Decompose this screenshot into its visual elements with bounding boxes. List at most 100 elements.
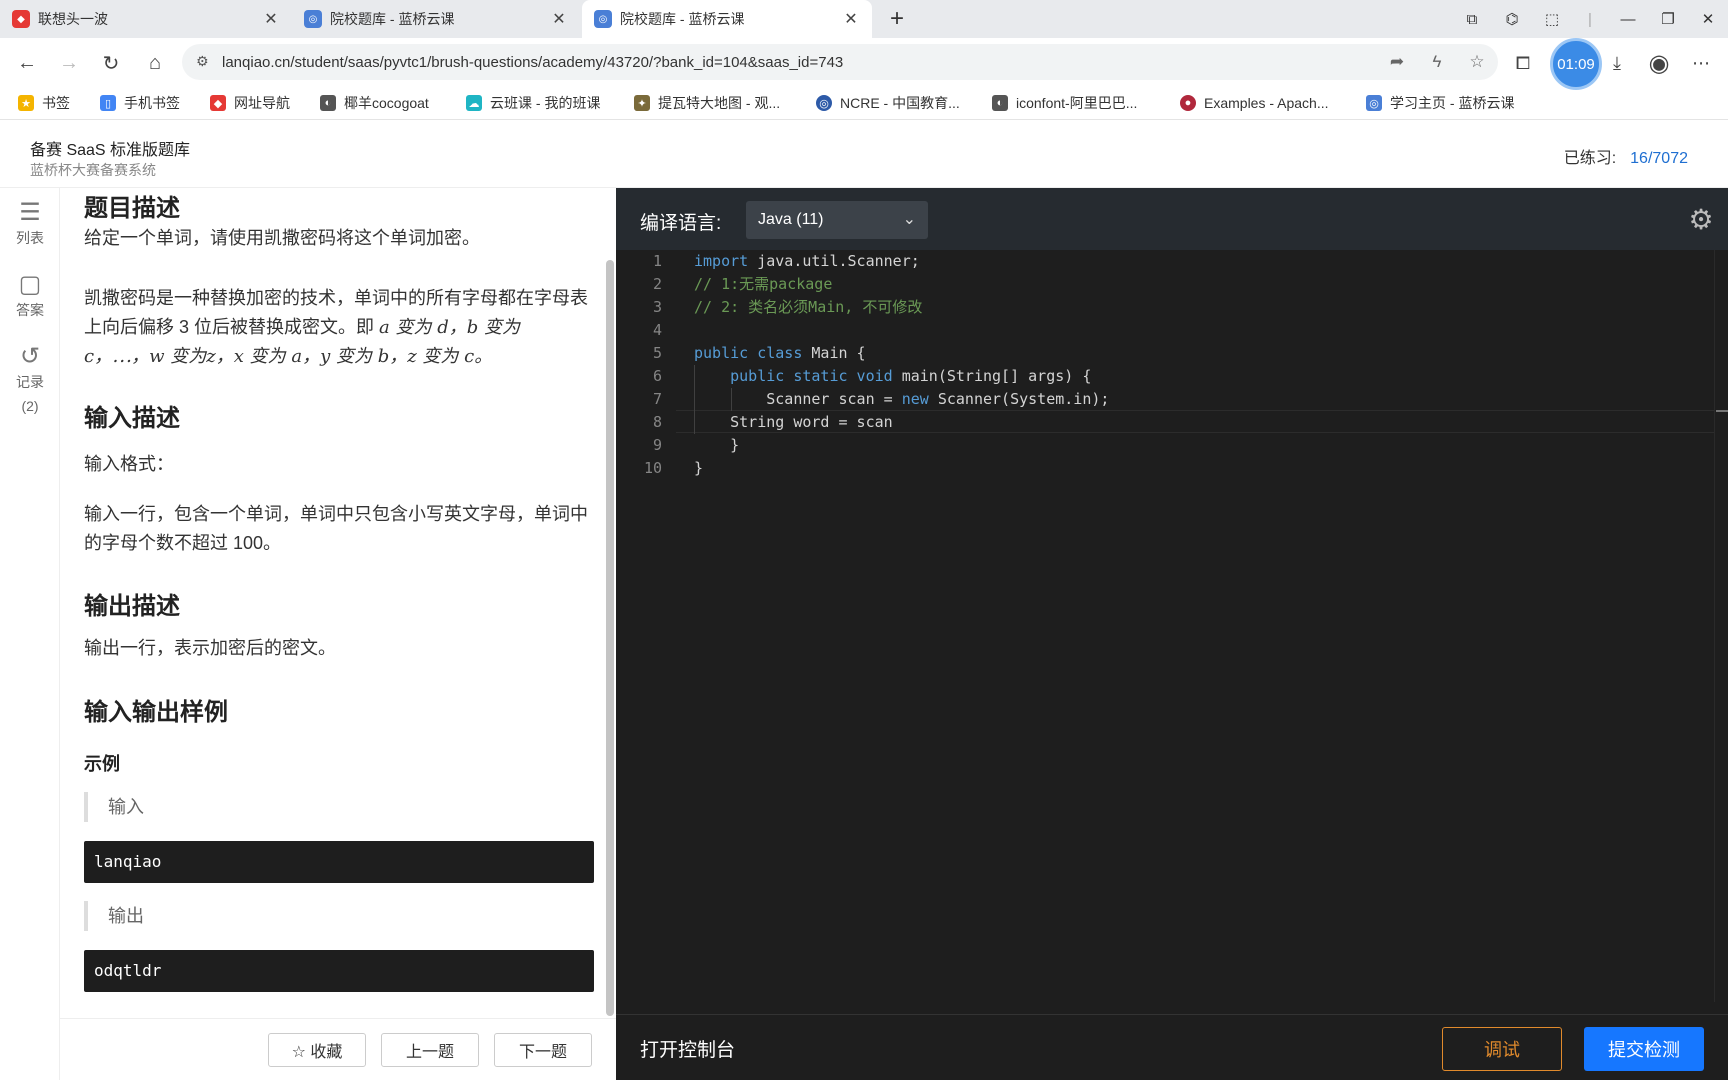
- sample-input-box[interactable]: lanqiao: [84, 841, 594, 883]
- forward-icon[interactable]: →: [54, 48, 84, 78]
- profile-avatar-icon[interactable]: ◉: [1644, 48, 1674, 78]
- code-line[interactable]: 4: [616, 319, 1728, 342]
- bookmark-item[interactable]: ◐ iconfont-阿里巴巴...: [992, 92, 1137, 114]
- minimize-icon[interactable]: —: [1608, 0, 1648, 38]
- bookmark-item[interactable]: ☁ 云班课 - 我的班课: [466, 92, 600, 114]
- rail-item-list[interactable]: ☰ 列表: [0, 198, 60, 248]
- bookmark-item[interactable]: ◆ 网址导航: [210, 92, 290, 114]
- split-view-icon[interactable]: ⧉: [1452, 0, 1492, 38]
- code-line[interactable]: 6 public static void main(String[] args)…: [616, 365, 1728, 388]
- close-window-icon[interactable]: ✕: [1688, 0, 1728, 38]
- code-token: public static void: [730, 367, 893, 385]
- reload-icon[interactable]: ↻: [96, 48, 126, 78]
- share-icon[interactable]: ➦: [1382, 44, 1412, 80]
- section-title: 输入输出样例: [84, 699, 228, 726]
- url-text: lanqiao.cn/student/saas/pyvtc1/brush-que…: [222, 53, 844, 71]
- line-number: 6: [652, 367, 662, 385]
- more-menu-icon[interactable]: ⋯: [1686, 48, 1716, 78]
- language-select[interactable]: Java (11) ⌄: [746, 201, 928, 239]
- rail-item-answer[interactable]: ▢ 答案: [0, 270, 60, 320]
- next-question-button[interactable]: 下一题: [494, 1033, 592, 1067]
- download-icon[interactable]: ⤓: [1602, 48, 1632, 78]
- bookmark-label: 椰羊cocogoat: [344, 95, 429, 111]
- tab-title: 联想头一波: [38, 11, 108, 27]
- restore-icon[interactable]: ❐: [1648, 0, 1688, 38]
- code-token: main(String[] args) {: [892, 367, 1092, 385]
- code-line[interactable]: 1 import java.util.Scanner;: [616, 250, 1728, 273]
- problem-text: 给定一个单词，请使用凯撒密码将这个单词加密。: [84, 228, 480, 248]
- page-header: 备赛 SaaS 标准版题库 蓝桥杯大赛备赛系统 已练习: 16/7072: [0, 120, 1728, 188]
- apache-icon: ●: [1180, 95, 1196, 111]
- bookmark-item[interactable]: ★ 书签: [18, 92, 70, 114]
- editor-scrollbar[interactable]: [1714, 250, 1728, 1002]
- new-tab-button[interactable]: +: [882, 4, 912, 34]
- browser-tab[interactable]: ◆ 联想头一波 ✕: [0, 0, 292, 38]
- code-line[interactable]: 5 public class Main {: [616, 342, 1728, 365]
- bookmark-label: 手机书签: [124, 95, 180, 111]
- favorite-button[interactable]: ☆ 收藏: [268, 1033, 366, 1067]
- url-input[interactable]: ⚙ lanqiao.cn/student/saas/pyvtc1/brush-q…: [182, 44, 1498, 80]
- problem-scrollbar[interactable]: [606, 260, 614, 1016]
- bookmark-label: 学习主页 - 蓝桥云课: [1390, 95, 1515, 111]
- code-editor[interactable]: 1 import java.util.Scanner; 2 // 1:无需packag…: [616, 250, 1728, 1002]
- bookmark-label: iconfont-阿里巴巴...: [1016, 95, 1138, 111]
- bookmark-item[interactable]: ◐ 椰羊cocogoat: [320, 92, 429, 114]
- site-subtitle: 蓝桥杯大赛备赛系统: [30, 162, 156, 178]
- problem-text: 输入格式：: [84, 454, 174, 474]
- code-line[interactable]: 9 }: [616, 434, 1728, 457]
- line-number: 3: [652, 298, 662, 316]
- back-icon[interactable]: ←: [12, 48, 42, 78]
- tab-title: 院校题库 - 蓝桥云课: [620, 11, 745, 27]
- section-title: 输入描述: [84, 405, 180, 432]
- bookmark-item[interactable]: ● Examples - Apach...: [1180, 92, 1329, 114]
- problem-panel: 题目描述 给定一个单词，请使用凯撒密码将这个单词加密。 凯撒密码是一种替换加密的…: [60, 188, 616, 1018]
- sample-output-box[interactable]: odqtldr: [84, 950, 594, 992]
- code-line[interactable]: 7 Scanner scan = new Scanner(System.in);: [616, 388, 1728, 411]
- tab-close-icon[interactable]: ✕: [550, 9, 568, 29]
- left-rail: ☰ 列表 ▢ 答案 ↺ 记录 (2): [0, 188, 60, 1080]
- tab-close-icon[interactable]: ✕: [842, 9, 860, 29]
- ncre-icon: ◎: [816, 95, 832, 111]
- bookmark-item[interactable]: ◎ 学习主页 - 蓝桥云课: [1366, 92, 1514, 114]
- scroll-thumb[interactable]: [1716, 410, 1728, 412]
- code-token: import: [694, 252, 749, 270]
- separator: |: [1588, 10, 1592, 28]
- submit-button[interactable]: 提交检测: [1584, 1027, 1704, 1071]
- bookmark-label: 云班课 - 我的班课: [490, 95, 601, 111]
- problem-text: 凯撒密码是一种替换加密的技术，单词中的所有字母都在字母表上向后偏移 3 位后被替…: [84, 284, 594, 371]
- bookmark-star-icon[interactable]: ☆: [1462, 44, 1492, 80]
- code-line[interactable]: 8 String word = scan: [616, 411, 1728, 434]
- bookmark-item[interactable]: ▯ 手机书签: [100, 92, 180, 114]
- home-icon[interactable]: ⌂: [140, 48, 170, 78]
- lightning-icon[interactable]: ϟ: [1422, 44, 1452, 80]
- extensions-icon[interactable]: ⬚: [1532, 0, 1572, 38]
- tab-close-icon[interactable]: ✕: [262, 9, 280, 29]
- bookmark-label: 网址导航: [234, 95, 290, 111]
- phone-icon: ▯: [100, 95, 116, 111]
- code-line[interactable]: 3 // 2: 类名必须Main, 不可修改: [616, 296, 1728, 319]
- code-line[interactable]: 2 // 1:无需package: [616, 273, 1728, 296]
- rail-label: 记录: [16, 374, 44, 390]
- extension-puzzle-icon[interactable]: ⧠: [1508, 48, 1538, 78]
- browser-tab-active[interactable]: ◎ 院校题库 - 蓝桥云课 ✕: [582, 0, 872, 38]
- rail-label: 列表: [16, 230, 44, 246]
- line-number: 4: [652, 321, 662, 339]
- game-icon[interactable]: ⌬: [1492, 0, 1532, 38]
- code-text: // 2: 类名必须Main, 不可修改: [694, 296, 922, 319]
- open-console-button[interactable]: 打开控制台: [640, 1035, 735, 1062]
- site-title[interactable]: 备赛 SaaS 标准版题库: [30, 136, 190, 160]
- browser-tab[interactable]: ◎ 院校题库 - 蓝桥云课 ✕: [292, 0, 580, 38]
- debug-button[interactable]: 调试: [1442, 1027, 1562, 1071]
- prev-question-button[interactable]: 上一题: [381, 1033, 479, 1067]
- bookmark-item[interactable]: ◎ NCRE - 中国教育...: [816, 92, 960, 114]
- rail-item-record[interactable]: ↺ 记录 (2): [0, 342, 60, 420]
- bookmark-item[interactable]: ✦ 提瓦特大地图 - 观...: [634, 92, 780, 114]
- code-token: public class: [694, 344, 803, 362]
- code-line[interactable]: 10}: [616, 457, 1728, 480]
- site-info-icon[interactable]: ⚙: [196, 53, 209, 70]
- timer-badge[interactable]: 01:09: [1550, 38, 1602, 90]
- bookmark-label: NCRE - 中国教育...: [840, 95, 960, 111]
- code-token: String word = scan: [694, 413, 893, 431]
- gear-icon[interactable]: ⚙: [1684, 202, 1718, 236]
- math-text: a 变为 d，b 变为: [379, 317, 520, 338]
